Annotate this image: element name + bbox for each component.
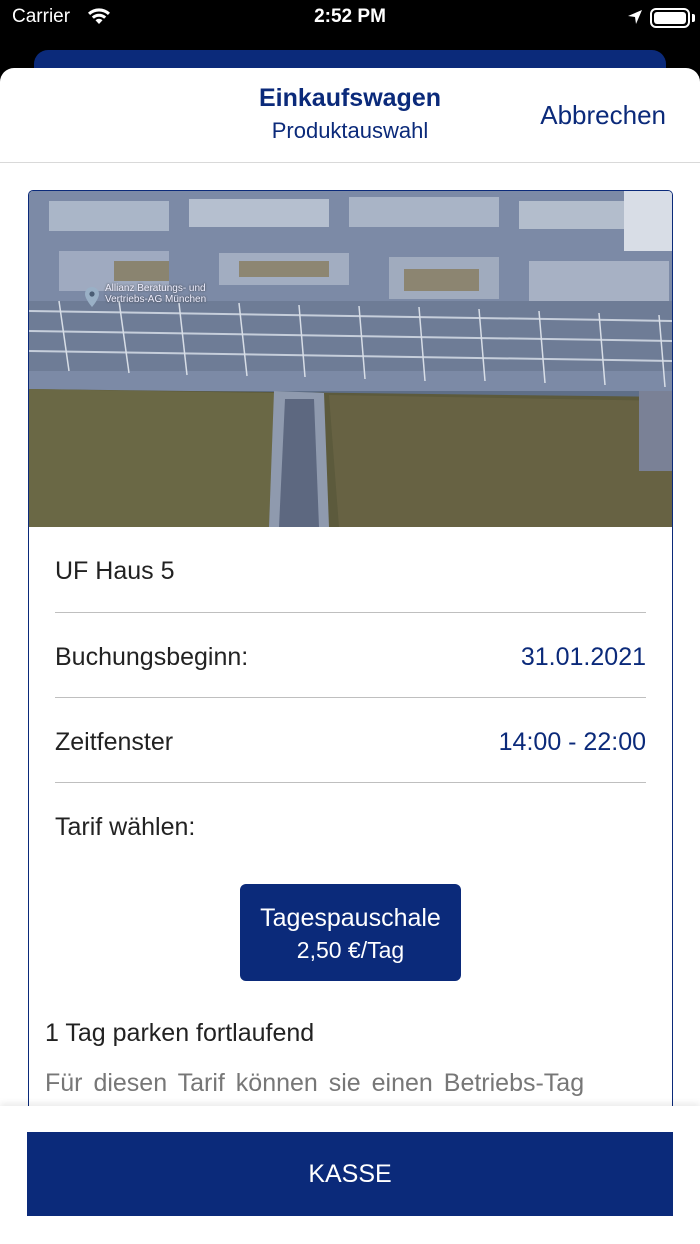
- tariff-option-button[interactable]: Tagespauschale 2,50 €/Tag: [240, 884, 461, 981]
- tariff-description-title: 1 Tag parken fortlaufend: [45, 1019, 315, 1047]
- booking-start-value[interactable]: 31.01.2021: [521, 643, 646, 672]
- map-pin-icon: [85, 287, 99, 307]
- booking-start-label: Buchungsbeginn:: [55, 643, 249, 671]
- tariff-description-text: Für diesen Tarif können sie einen Betrie…: [45, 1069, 585, 1097]
- checkout-button[interactable]: KASSE: [27, 1132, 673, 1216]
- navigation-bar: Einkaufswagen Produktauswahl Abbrechen: [0, 68, 700, 163]
- battery-nub: [692, 14, 695, 22]
- modal-sheet: Einkaufswagen Produktauswahl Abbrechen A…: [0, 68, 700, 1244]
- status-bar: Carrier 2:52 PM: [0, 0, 700, 40]
- product-name: UF Haus 5: [55, 557, 175, 585]
- tariff-price: 2,50 €/Tag: [296, 937, 405, 963]
- time-window-label: Zeitfenster: [55, 728, 174, 756]
- tariff-select-label: Tarif wählen:: [55, 813, 196, 841]
- cancel-button[interactable]: Abbrechen: [540, 100, 666, 131]
- tariff-name: Tagespauschale: [260, 904, 441, 932]
- tariff-select-row: Tarif wählen:: [55, 783, 646, 873]
- battery-icon: [650, 8, 690, 28]
- map-place-label: Allianz Beratungs- und Vertriebs-AG Münc…: [105, 283, 207, 305]
- product-card: Allianz Beratungs- und Vertriebs-AG Münc…: [28, 190, 673, 1170]
- booking-start-row[interactable]: Buchungsbeginn: 31.01.2021: [55, 613, 646, 698]
- time-window-row[interactable]: Zeitfenster 14:00 - 22:00: [55, 698, 646, 783]
- clock: 2:52 PM: [314, 6, 386, 27]
- location-arrow-icon: [626, 8, 644, 31]
- location-photo: Allianz Beratungs- und Vertriebs-AG Münc…: [29, 191, 672, 527]
- time-window-value[interactable]: 14:00 - 22:00: [499, 728, 646, 757]
- checkout-bar: KASSE: [0, 1106, 700, 1244]
- product-name-row: UF Haus 5: [55, 527, 646, 613]
